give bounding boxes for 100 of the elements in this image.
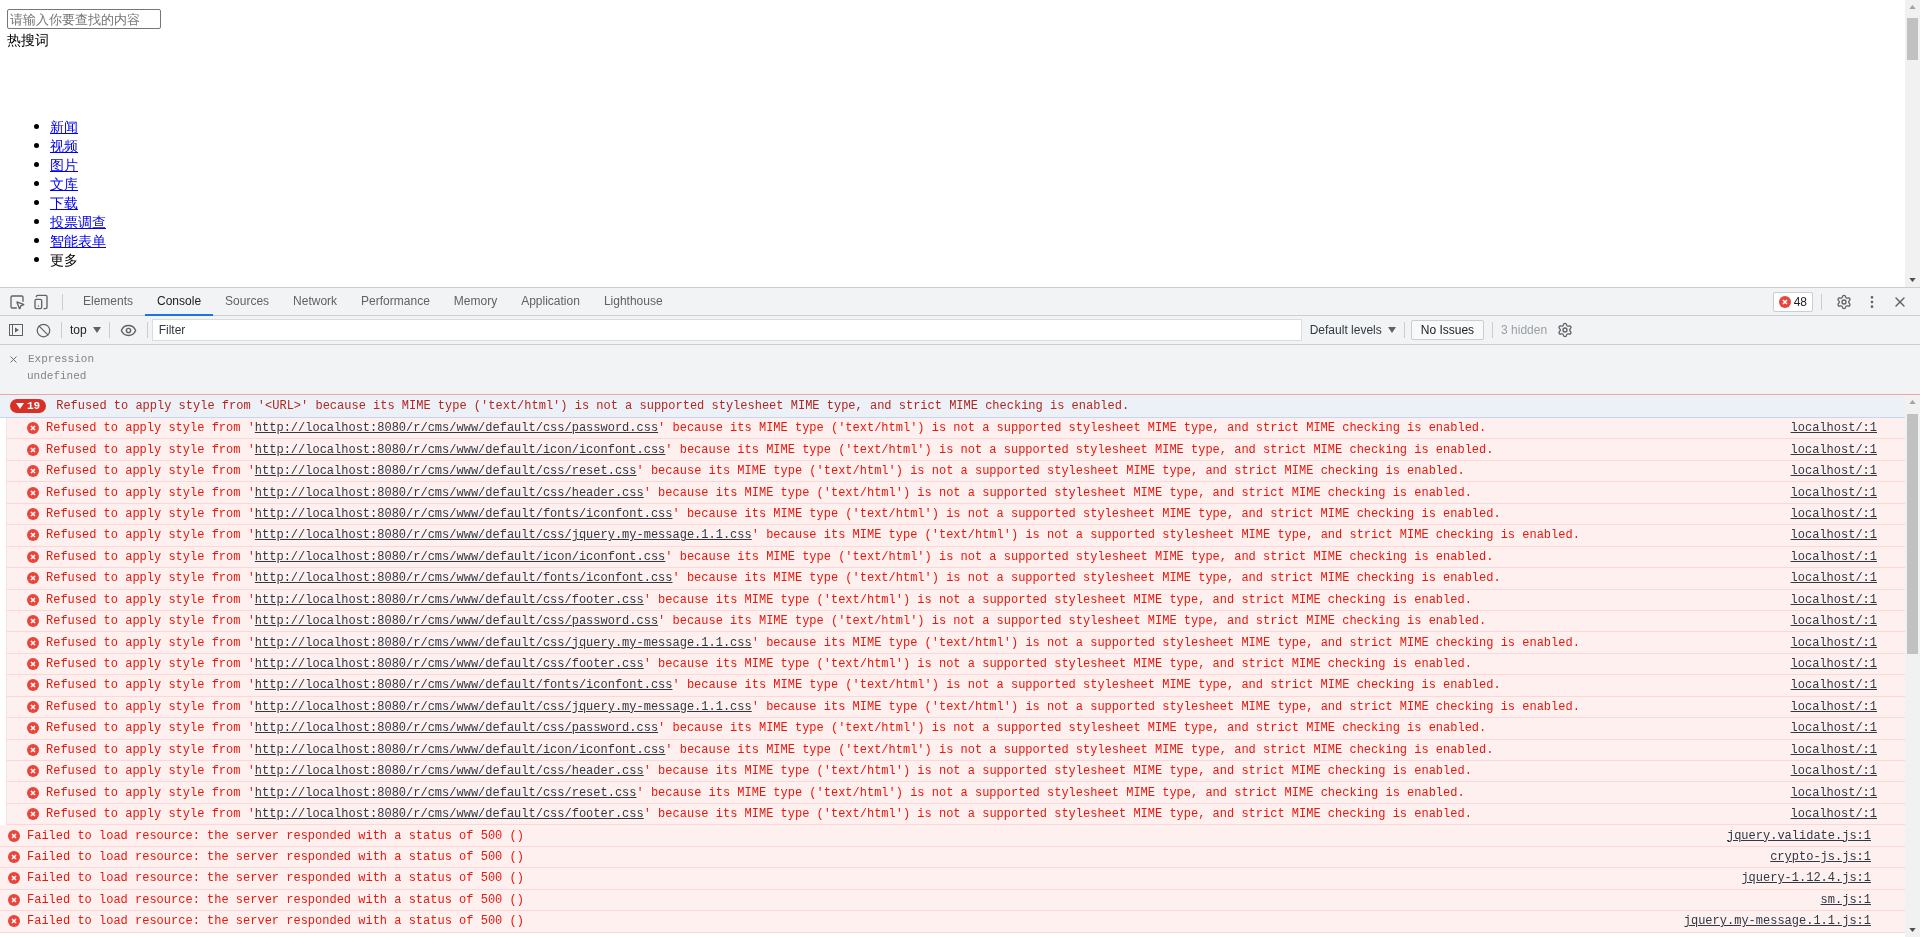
console-message: Failed to load resource: the server responded with a status of 500 () (27, 848, 524, 866)
url-link[interactable]: http://localhost:8080/r/cms/www/default/css/jquery.my-message.1.1.css (254, 699, 752, 714)
source-link[interactable]: localhost/:1 (1790, 569, 1877, 588)
source-link[interactable]: localhost/:1 (1790, 419, 1877, 438)
remove-expression-icon[interactable] (8, 354, 19, 365)
sidebar-toggle-icon[interactable] (8, 322, 24, 338)
error-icon (27, 765, 39, 778)
url-link[interactable]: http://localhost:8080/r/cms/www/default/css/jquery.my-message.1.1.css (254, 635, 752, 650)
url-link[interactable]: http://localhost:8080/r/cms/www/default/icon/iconfont.css (254, 442, 666, 457)
console-message: Refused to apply style from 'http://localhost:8080/r/cms/www/default/css/header.css' because its MIME type ('text/html') is not a supported stylesheet MIME type, and strict MIME checking is enabled. (46, 763, 1472, 781)
scroll-down-arrow-icon[interactable] (1909, 278, 1916, 282)
source-link[interactable]: localhost/:1 (1790, 762, 1877, 781)
source-link[interactable]: localhost/:1 (1790, 719, 1877, 738)
filter-field[interactable]: Filter (151, 319, 1302, 341)
nav-link[interactable]: 智能表单 (50, 232, 106, 249)
devtools-tab[interactable]: Memory (441, 287, 510, 316)
bullet-icon (34, 124, 39, 129)
url-link[interactable]: http://localhost:8080/r/cms/www/default/css/header.css (254, 485, 644, 500)
console-message: Refused to apply style from 'http://localhost:8080/r/cms/www/default/icon/iconfont.css' because its MIME type ('text/html') is not a supported stylesheet MIME type, and strict MIME checking is enabled. (46, 741, 1494, 759)
url-link[interactable]: http://localhost:8080/r/cms/www/default/css/password.css (254, 721, 659, 736)
nav-link[interactable]: 视频 (50, 137, 78, 154)
console-message: Refused to apply style from 'http://localhost:8080/r/cms/www/default/css/password.css' because its MIME type ('text/html') is not a supported stylesheet MIME type, and strict MIME checking is enabled. (46, 420, 1487, 438)
group-message: Refused to apply style from '<URL>' because its MIME type ('text/html') is not a supported stylesheet MIME type, and strict MIME checking is enabled. (56, 398, 1130, 415)
message-group-header[interactable]: 19 Refused to apply style from '<URL>' because its MIME type ('text/html') is not a supported stylesheet MIME type, and strict MIME checking is enabled. (0, 395, 1905, 418)
clear-console-icon[interactable] (36, 322, 51, 338)
source-link[interactable]: jquery.validate.js:1 (1726, 826, 1871, 845)
devtools-tab[interactable]: Network (281, 287, 350, 316)
scrollbar[interactable] (1905, 395, 1920, 937)
url-link[interactable]: http://localhost:8080/r/cms/www/default/icon/iconfont.css (254, 742, 666, 757)
nav-link[interactable]: 投票调查 (50, 213, 106, 230)
source-link[interactable]: sm.js:1 (1820, 890, 1871, 909)
source-link[interactable]: crypto-js.js:1 (1770, 847, 1871, 866)
url-link[interactable]: http://localhost:8080/r/cms/www/default/css/header.css (254, 764, 644, 779)
scrollbar[interactable] (1905, 0, 1920, 287)
url-link[interactable]: http://localhost:8080/r/cms/www/default/css/reset.css (254, 785, 637, 800)
source-link[interactable]: localhost/:1 (1790, 590, 1877, 609)
source-link[interactable]: localhost/:1 (1790, 526, 1877, 545)
issues-button[interactable]: No Issues (1410, 320, 1485, 340)
source-link[interactable]: localhost/:1 (1790, 805, 1877, 824)
nav-link[interactable]: 文库 (50, 175, 78, 192)
devtools-tab[interactable]: Elements (71, 287, 146, 316)
devtools-tab[interactable]: Application (509, 287, 592, 316)
devtools-tab[interactable]: Lighthouse (591, 287, 675, 316)
caret-icon (92, 327, 101, 333)
message-count-badge: 19 (10, 399, 47, 413)
scroll-down-arrow-icon[interactable] (1909, 928, 1916, 932)
error-icon (27, 422, 39, 435)
error-icon (8, 915, 20, 928)
error-icon (27, 572, 39, 585)
source-link[interactable]: localhost/:1 (1790, 655, 1877, 674)
source-link[interactable]: localhost/:1 (1790, 697, 1877, 716)
source-link[interactable]: localhost/:1 (1790, 547, 1877, 566)
url-link[interactable]: http://localhost:8080/r/cms/www/default/css/password.css (254, 421, 659, 436)
console-settings-icon[interactable] (1557, 322, 1574, 338)
context-dropdown[interactable]: top (62, 321, 109, 339)
console-message: Refused to apply style from 'http://localhost:8080/r/cms/www/default/css/reset.css' because its MIME type ('text/html') is not a supported stylesheet MIME type, and strict MIME checking is enabled. (46, 784, 1465, 802)
url-link[interactable]: http://localhost:8080/r/cms/www/default/css/footer.css (254, 657, 644, 672)
console-message: Refused to apply style from 'http://localhost:8080/r/cms/www/default/icon/iconfont.css' because its MIME type ('text/html') is not a supported stylesheet MIME type, and strict MIME checking is enabled. (46, 548, 1494, 566)
url-link[interactable]: http://localhost:8080/r/cms/www/default/fonts/iconfont.css (254, 678, 673, 693)
console-message: Refused to apply style from 'http://localhost:8080/r/cms/www/default/css/footer.css' because its MIME type ('text/html') is not a supported stylesheet MIME type, and strict MIME checking is enabled. (46, 591, 1472, 609)
scrollbar-thumb[interactable] (1907, 18, 1918, 60)
url-link[interactable]: http://localhost:8080/r/cms/www/default/css/reset.css (254, 464, 637, 479)
source-link[interactable]: localhost/:1 (1790, 440, 1877, 459)
console-message: Failed to load resource: the server responded with a status of 500 () (27, 891, 524, 909)
devtools-tab[interactable]: Performance (349, 287, 442, 316)
url-link[interactable]: http://localhost:8080/r/cms/www/default/css/password.css (254, 614, 659, 629)
url-link[interactable]: http://localhost:8080/r/cms/www/default/icon/iconfont.css (254, 549, 666, 564)
search-field[interactable]: 请输入你要查找的内容 (7, 9, 161, 29)
url-link[interactable]: http://localhost:8080/r/cms/www/default/css/footer.css (254, 592, 644, 607)
source-link[interactable]: localhost/:1 (1790, 612, 1877, 631)
error-count-button[interactable]: 48 (1772, 291, 1813, 312)
console-message: Refused to apply style from 'http://localhost:8080/r/cms/www/default/icon/iconfont.css' because its MIME type ('text/html') is not a supported stylesheet MIME type, and strict MIME checking is enabled. (46, 441, 1494, 459)
bullet-icon (34, 200, 39, 205)
source-link[interactable]: localhost/:1 (1790, 462, 1877, 481)
source-link[interactable]: jquery.my-message.1.1.js:1 (1683, 912, 1871, 931)
devtools-tab[interactable]: Sources (213, 287, 282, 316)
source-link[interactable]: localhost/:1 (1790, 783, 1877, 802)
console-message: Refused to apply style from 'http://localhost:8080/r/cms/www/default/css/jquery.my-message.1.1.css' because its MIME type ('text/html') is not a supported stylesheet MIME type, and strict MIME checking is enabled. (46, 634, 1580, 652)
error-icon (27, 443, 39, 456)
source-link[interactable]: jquery-1.12.4.js:1 (1741, 869, 1871, 888)
source-link[interactable]: localhost/:1 (1790, 633, 1877, 652)
source-link[interactable]: localhost/:1 (1790, 504, 1877, 523)
device-toolbar-icon[interactable] (33, 293, 49, 310)
url-link[interactable]: http://localhost:8080/r/cms/www/default/fonts/iconfont.css (254, 571, 673, 586)
error-icon (8, 829, 20, 842)
error-icon (27, 486, 39, 499)
inspect-icon[interactable] (9, 293, 25, 310)
nav-link[interactable]: 图片 (50, 156, 78, 173)
scrollbar-thumb[interactable] (1907, 414, 1918, 654)
nav-link[interactable]: 新闻 (50, 118, 78, 135)
settings-icon[interactable] (1836, 293, 1852, 310)
nav-link[interactable]: 下载 (50, 194, 78, 211)
source-link[interactable]: localhost/:1 (1790, 483, 1877, 502)
source-link[interactable]: localhost/:1 (1790, 740, 1877, 759)
source-link[interactable]: localhost/:1 (1790, 676, 1877, 695)
url-link[interactable]: http://localhost:8080/r/cms/www/default/css/footer.css (254, 807, 644, 822)
url-link[interactable]: http://localhost:8080/r/cms/www/default/css/jquery.my-message.1.1.css (254, 528, 752, 543)
error-icon (27, 743, 39, 756)
log-levels-dropdown[interactable]: Default levels (1301, 321, 1404, 339)
url-link[interactable]: http://localhost:8080/r/cms/www/default/fonts/iconfont.css (254, 506, 673, 521)
